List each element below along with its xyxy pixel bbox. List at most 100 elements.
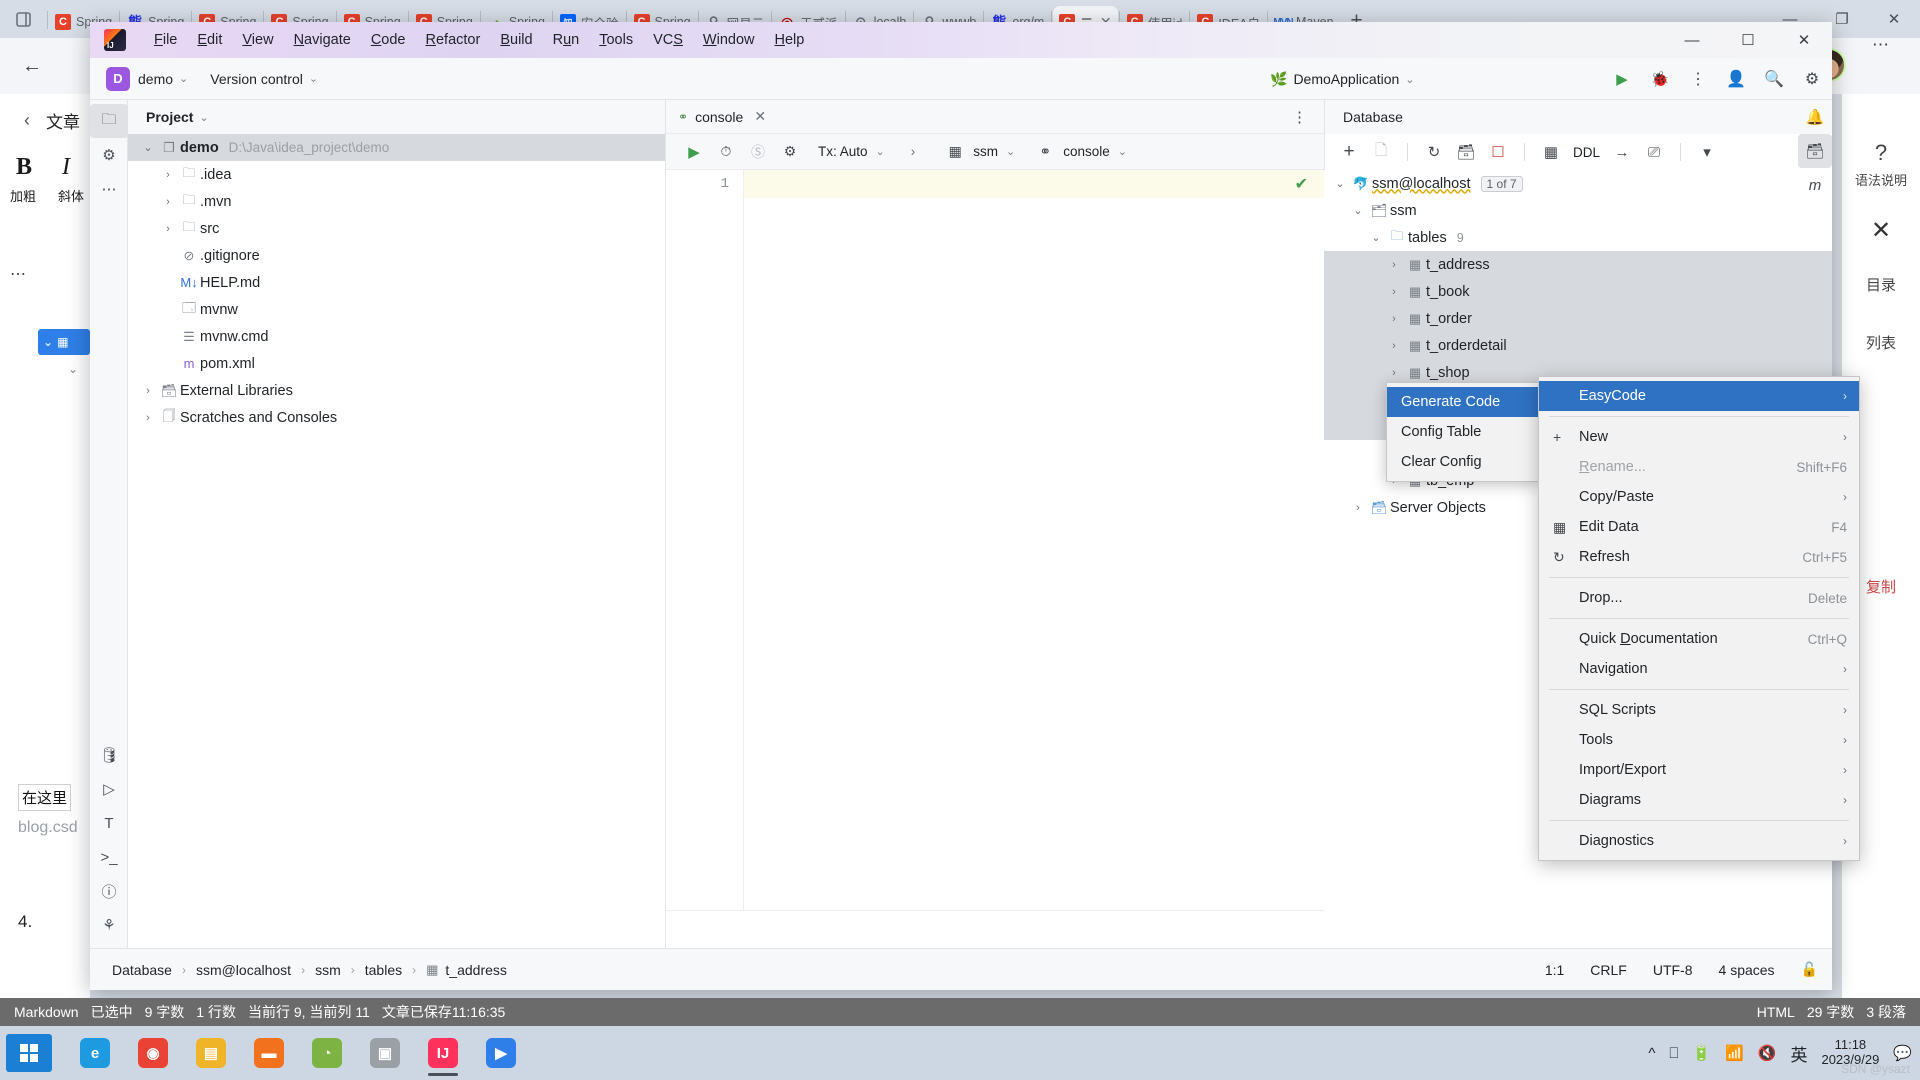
taskbar-chrome-icon[interactable]: ◉ xyxy=(124,1028,182,1078)
project-tree-row[interactable]: ☰ mvnw.cmd xyxy=(128,323,665,350)
project-tree-row[interactable]: › 🗃 External Libraries xyxy=(128,377,665,404)
version-control-button[interactable]: Version control xyxy=(210,71,303,87)
taskbar-app-green-icon[interactable]: ◔ xyxy=(298,1028,356,1078)
menu-edit[interactable]: Edit xyxy=(187,29,232,51)
problems-tool-icon[interactable]: ⓘ xyxy=(90,874,128,908)
schema-label[interactable]: ssm xyxy=(973,144,998,159)
ime-indicator[interactable]: 英 xyxy=(1790,1041,1807,1066)
chevron-down-icon[interactable]: ⌄ xyxy=(1348,204,1368,217)
new-console-icon[interactable]: ☐ xyxy=(1482,143,1514,161)
taskbar-intellij-icon[interactable]: IJ xyxy=(414,1028,472,1078)
chevron-right-icon[interactable]: › xyxy=(158,223,178,235)
battery-icon[interactable]: 🔋 xyxy=(1692,1044,1711,1062)
taskbar-app-orange-icon[interactable]: ▬ xyxy=(240,1028,298,1078)
menu-code[interactable]: Code xyxy=(361,29,416,51)
taskbar-explorer-icon[interactable]: ▤ xyxy=(182,1028,240,1078)
run-configuration-name[interactable]: DemoApplication xyxy=(1293,71,1399,87)
chevron-right-icon[interactable]: › xyxy=(1384,259,1404,271)
project-tool-icon[interactable]: 🗀 xyxy=(90,104,128,138)
debug-icon[interactable]: 🐞 xyxy=(1648,70,1672,88)
menu-tools[interactable]: Tools xyxy=(589,29,643,51)
chevron-down-icon[interactable]: ⌄ xyxy=(1405,73,1414,86)
session-label[interactable]: console xyxy=(1063,144,1110,159)
project-tree-row[interactable]: › 🗀 .mvn xyxy=(128,188,665,215)
help-icon[interactable]: ? xyxy=(1842,140,1920,166)
notification-icon[interactable]: 🔔 xyxy=(1798,100,1832,134)
context-menu-item[interactable]: SQL Scripts › xyxy=(1539,695,1859,725)
database-tool-icon[interactable]: 🛢 xyxy=(90,738,128,772)
gear-icon[interactable]: ⚙ xyxy=(1800,69,1824,89)
editor-tab-console[interactable]: ⚭ console ✕ xyxy=(666,100,778,134)
maven-icon[interactable]: m xyxy=(1798,168,1832,202)
notification-icon[interactable]: 💬 xyxy=(1893,1044,1912,1062)
search-icon[interactable]: 🔍 xyxy=(1762,69,1786,89)
idea-close-button[interactable]: ✕ xyxy=(1776,22,1832,58)
chevron-down-icon[interactable]: ⌄ xyxy=(199,111,208,124)
chevron-right-icon[interactable]: › xyxy=(1384,367,1404,379)
chevron-down-icon[interactable]: ⌄ xyxy=(1006,145,1015,158)
chevron-down-icon[interactable]: ⌄ xyxy=(138,141,158,154)
filter-icon[interactable]: ▾ xyxy=(1691,143,1723,161)
database-tree-row[interactable]: › ▦ t_order xyxy=(1324,305,1832,332)
chevron-right-icon[interactable]: › xyxy=(158,169,178,181)
breadcrumb-item[interactable]: tables xyxy=(365,962,402,978)
jump-icon[interactable]: → xyxy=(1606,144,1638,161)
caret-position[interactable]: 1:1 xyxy=(1545,962,1564,978)
chevron-down-icon[interactable]: ⌄ xyxy=(1118,145,1127,158)
structure-tool-icon[interactable]: ⋯ xyxy=(90,172,128,206)
list-label[interactable]: 列表 xyxy=(1842,332,1920,353)
context-menu-item[interactable]: Tools › xyxy=(1539,725,1859,755)
context-menu-item[interactable]: ▦ Edit Data F4 xyxy=(1539,512,1859,542)
csdn-selected-block[interactable]: ⌄ ▦ xyxy=(38,329,90,355)
project-name[interactable]: demo xyxy=(138,71,173,87)
close-icon[interactable]: ✕ xyxy=(1842,216,1920,245)
editor-code-area[interactable]: ✔ xyxy=(744,170,1324,910)
context-menu-item[interactable]: Drop... Delete xyxy=(1539,583,1859,613)
context-menu-item[interactable]: Copy/Paste › xyxy=(1539,482,1859,512)
browser-menu-icon[interactable]: ⋯ xyxy=(1866,30,1896,60)
easycode-menu-item[interactable]: Config Table xyxy=(1387,417,1540,447)
database-tree-row[interactable]: ⌄ 🗀 tables 9 xyxy=(1324,224,1832,251)
project-tree-row[interactable]: ⊘ .gitignore xyxy=(128,242,665,269)
csdn-back-icon[interactable]: ‹ xyxy=(24,110,30,131)
database-tree-row[interactable]: ⌄ 🐬 ssm@localhost 1 of 7 xyxy=(1324,170,1832,197)
idea-maximize-button[interactable]: ☐ xyxy=(1720,22,1776,58)
project-tree-row[interactable]: ⌄ ❐ demo D:\Java\idea_project\demo xyxy=(128,134,665,161)
chevron-right-icon[interactable]: › xyxy=(1384,286,1404,298)
easycode-menu-item[interactable]: Clear Config xyxy=(1387,447,1540,477)
taskbar-app-blue-icon[interactable]: ▶ xyxy=(472,1028,530,1078)
start-icon[interactable] xyxy=(6,1034,52,1072)
chevron-down-icon[interactable]: ⌄ xyxy=(179,72,188,85)
chevron-down-icon[interactable]: ⌄ xyxy=(68,362,78,376)
database-tree-row[interactable]: ⌄ 🗂 ssm xyxy=(1324,197,1832,224)
wifi-icon[interactable]: 📶 xyxy=(1725,1044,1744,1062)
run-tool-icon[interactable]: ▷ xyxy=(90,772,128,806)
context-menu-item[interactable]: Quick Documentation Ctrl+Q xyxy=(1539,624,1859,654)
file-encoding[interactable]: UTF-8 xyxy=(1653,962,1693,978)
add-datasource-icon[interactable]: + xyxy=(1333,141,1365,163)
chevron-right-icon[interactable]: › xyxy=(158,196,178,208)
menu-refactor[interactable]: Refactor xyxy=(416,29,491,51)
context-menu-item[interactable]: ↻ Refresh Ctrl+F5 xyxy=(1539,542,1859,572)
run-triangle-icon[interactable]: ▶ xyxy=(678,143,710,161)
terminal-tool-icon[interactable]: >_ xyxy=(90,840,128,874)
chevron-right-icon[interactable]: › xyxy=(138,385,158,397)
project-tree-row[interactable]: m pom.xml xyxy=(128,350,665,377)
bold-icon[interactable]: B xyxy=(16,154,32,181)
context-menu-item[interactable]: + New › xyxy=(1539,422,1859,452)
unlocked-icon[interactable]: 🔓 xyxy=(1801,961,1818,978)
project-tree-row[interactable]: › 🗍 Scratches and Consoles xyxy=(128,404,665,431)
close-icon[interactable]: ✕ xyxy=(754,108,766,125)
breadcrumb-item[interactable]: Database xyxy=(112,962,172,978)
syntax-help-label[interactable]: 语法说明 xyxy=(1842,170,1920,189)
table-icon[interactable]: ▦ xyxy=(1535,143,1567,161)
idea-minimize-button[interactable]: — xyxy=(1664,22,1720,58)
chevron-down-icon[interactable]: ⌄ xyxy=(1366,231,1386,244)
chevron-right-icon[interactable]: › xyxy=(138,412,158,424)
chevron-right-icon[interactable]: › xyxy=(1348,502,1368,514)
taskbar-edge-icon[interactable]: e xyxy=(66,1028,124,1078)
ddl-button[interactable]: DDL xyxy=(1573,145,1600,160)
breadcrumb-item[interactable]: ssm xyxy=(315,962,341,978)
chevron-up-icon[interactable]: ^ xyxy=(1648,1045,1655,1062)
run-configuration-selector[interactable]: 🌿 DemoApplication ⌄ xyxy=(1270,58,1415,100)
